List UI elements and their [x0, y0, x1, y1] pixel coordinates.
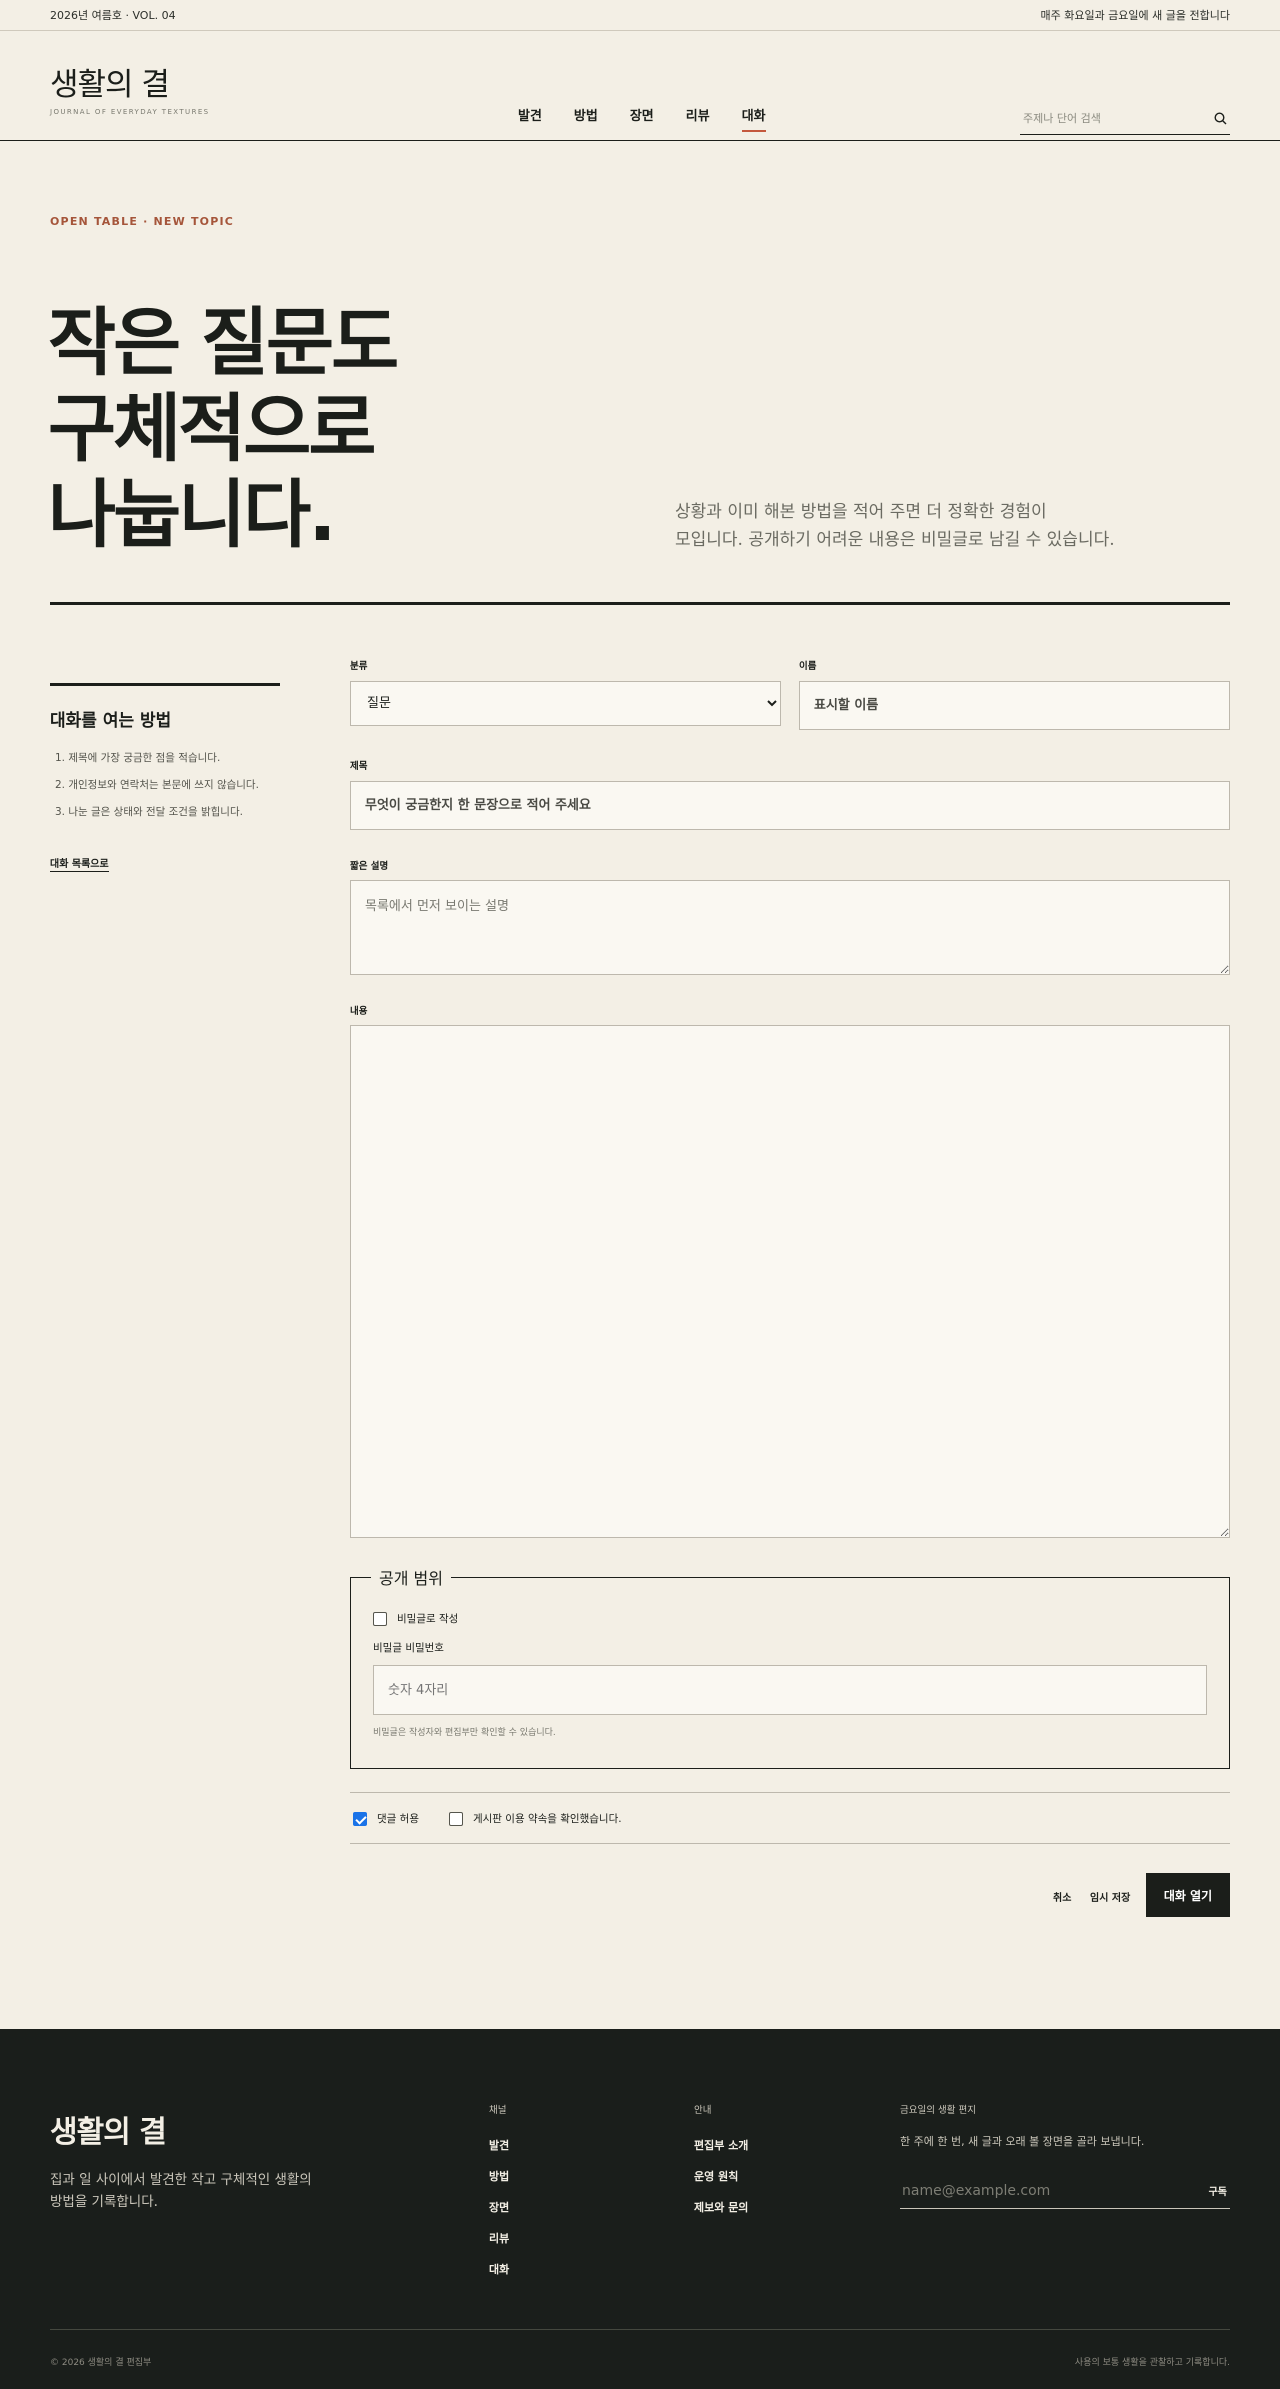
search-bar [1020, 103, 1230, 135]
hero-title-line: 나눕니다. [48, 472, 336, 558]
footer-link-scene[interactable]: 장면 [489, 2199, 509, 2215]
newsletter-description: 한 주에 한 번, 새 글과 오래 볼 장면을 골라 보냅니다. [900, 2135, 1145, 2148]
footer-channels-heading: 채널 [489, 2105, 507, 2116]
password-input[interactable] [373, 1665, 1207, 1715]
footer-tagline: 사용의 보통 생활을 관찰하고 기록합니다. [1074, 2358, 1230, 2368]
nav-item-discover[interactable]: 발견 [518, 105, 542, 130]
site-logo[interactable]: 생활의 결 JOURNAL OF EVERYDAY TEXTURES [50, 59, 210, 116]
allow-comments-checkbox[interactable] [353, 1811, 367, 1826]
publish-notice: 매주 화요일과 금요일에 새 글을 전합니다 [1040, 9, 1230, 22]
visibility-fieldset: 공개 범위 비밀글로 작성 비밀글 비밀번호 비밀글은 작성자와 편집부만 확인… [350, 1565, 1230, 1769]
guide-divider [50, 683, 280, 686]
newsletter-email-input[interactable] [900, 2182, 1209, 2199]
footer-description-line: 집과 일 사이에서 발견한 작고 구체적인 생활의 [50, 2172, 312, 2188]
nav-item-talk[interactable]: 대화 [741, 105, 766, 132]
newsletter-heading: 금요일의 생활 편지 [900, 2105, 976, 2116]
hero-title: 작은 질문도 구체적으로 나눕니다. [48, 300, 399, 558]
logo-title: 생활의 결 [50, 67, 170, 103]
footer-channels: 채널 발견 방법 장면 리뷰 대화 [489, 2102, 509, 2292]
hero-divider [50, 602, 1230, 605]
options-divider-top [350, 1792, 1230, 1793]
logo-subtitle: JOURNAL OF EVERYDAY TEXTURES [50, 108, 210, 116]
guide-panel: 대화를 여는 방법 1. 제목에 가장 궁금한 점을 적습니다. 2. 개인정보… [50, 683, 280, 872]
footer-link-discover[interactable]: 발견 [489, 2137, 509, 2153]
main-nav: 발견 방법 장면 리뷰 대화 [518, 105, 798, 132]
body-textarea[interactable] [350, 1025, 1230, 1538]
category-label: 분류 [350, 661, 368, 672]
title-label: 제목 [350, 761, 368, 772]
footer-link-talk[interactable]: 대화 [489, 2261, 509, 2277]
back-to-list-link[interactable]: 대화 목록으로 [50, 855, 109, 872]
footer-description-line: 방법을 기록합니다. [50, 2194, 158, 2210]
summary-label: 짧은 설명 [350, 861, 389, 872]
agree-terms-option[interactable]: 게시판 이용 약속을 확인했습니다. [448, 1811, 622, 1826]
footer-logo: 생활의 결 [50, 2115, 167, 2150]
allow-comments-option[interactable]: 댓글 허용 [353, 1811, 419, 1826]
open-conversation-button[interactable]: 대화 열기 [1146, 1873, 1230, 1917]
password-label: 비밀글 비밀번호 [373, 1642, 444, 1654]
footer-link-principles[interactable]: 운영 원칙 [694, 2168, 748, 2184]
copyright: © 2026 생활의 결 편집부 [50, 2358, 152, 2368]
guide-step: 2. 개인정보와 연락처는 본문에 쓰지 않습니다. [55, 779, 259, 791]
footer-newsletter: 금요일의 생활 편지 한 주에 한 번, 새 글과 오래 볼 장면을 골라 보냅… [900, 2102, 1144, 2149]
newsletter-form: 구독 [900, 2173, 1230, 2209]
visibility-legend: 공개 범위 [379, 1569, 443, 1588]
top-strip: 2026년 여름호 · VOL. 04 매주 화요일과 금요일에 새 글을 전합… [0, 0, 1280, 31]
category-select[interactable]: 질문 [350, 681, 781, 726]
subscribe-button[interactable]: 구독 [1209, 2183, 1230, 2198]
agree-terms-label: 게시판 이용 약속을 확인했습니다. [472, 1813, 622, 1825]
summary-textarea[interactable] [350, 880, 1230, 975]
footer-guides: 안내 편집부 소개 운영 원칙 제보와 문의 [694, 2102, 748, 2230]
footer-link-method[interactable]: 방법 [489, 2168, 509, 2184]
title-input[interactable] [350, 781, 1230, 830]
name-label: 이름 [799, 661, 817, 672]
footer-description: 집과 일 사이에서 발견한 작고 구체적인 생활의 방법을 기록합니다. [50, 2169, 340, 2213]
secret-checkbox[interactable] [373, 1611, 387, 1626]
hero-description-line: 상황과 이미 해본 방법을 적어 주면 더 정확한 경험이 [675, 502, 1047, 522]
hero-title-line: 작은 질문도 [48, 300, 399, 386]
secret-option[interactable]: 비밀글로 작성 [373, 1611, 1207, 1626]
nav-item-method[interactable]: 방법 [574, 105, 598, 130]
site-footer: 생활의 결 집과 일 사이에서 발견한 작고 구체적인 생활의 방법을 기록합니… [0, 2029, 1280, 2389]
issue-label: 2026년 여름호 · VOL. 04 [50, 9, 176, 22]
nav-item-scene[interactable]: 장면 [630, 105, 654, 130]
cancel-button[interactable]: 취소 [1053, 1889, 1071, 1904]
guide-title: 대화를 여는 방법 [50, 711, 172, 731]
nav-item-review[interactable]: 리뷰 [686, 105, 710, 130]
hero-description-line: 모입니다. 공개하기 어려운 내용은 비밀글로 남길 수 있습니다. [675, 530, 1115, 550]
footer-link-contact[interactable]: 제보와 문의 [694, 2199, 748, 2215]
save-draft-button[interactable]: 임시 저장 [1090, 1889, 1130, 1904]
password-hint: 비밀글은 작성자와 편집부만 확인할 수 있습니다. [373, 1728, 556, 1738]
search-icon[interactable] [1210, 109, 1230, 129]
hero-description: 상황과 이미 해본 방법을 적어 주면 더 정확한 경험이 모입니다. 공개하기… [675, 498, 1195, 554]
options-divider-bottom [350, 1843, 1230, 1844]
name-input[interactable] [799, 681, 1230, 730]
guide-steps: 1. 제목에 가장 궁금한 점을 적습니다. 2. 개인정보와 연락처는 본문에… [50, 751, 280, 819]
post-options: 댓글 허용 게시판 이용 약속을 확인했습니다. [353, 1811, 622, 1826]
footer-link-review[interactable]: 리뷰 [489, 2230, 509, 2246]
body-label: 내용 [350, 1006, 368, 1017]
agree-terms-checkbox[interactable] [448, 1811, 463, 1826]
secret-label: 비밀글로 작성 [397, 1613, 459, 1625]
search-input[interactable] [1020, 112, 1210, 125]
footer-guides-heading: 안내 [694, 2105, 712, 2116]
hero-eyebrow: OPEN TABLE · NEW TOPIC [50, 215, 235, 228]
footer-divider [50, 2329, 1230, 2330]
allow-comments-label: 댓글 허용 [377, 1813, 419, 1825]
site-header: 생활의 결 JOURNAL OF EVERYDAY TEXTURES 발견 방법… [0, 31, 1280, 141]
guide-step: 1. 제목에 가장 궁금한 점을 적습니다. [55, 752, 221, 764]
footer-link-editorial[interactable]: 편집부 소개 [694, 2137, 748, 2153]
hero-title-line: 구체적으로 [48, 386, 376, 472]
guide-step: 3. 나눈 글은 상태와 전달 조건을 밝힙니다. [55, 806, 243, 818]
